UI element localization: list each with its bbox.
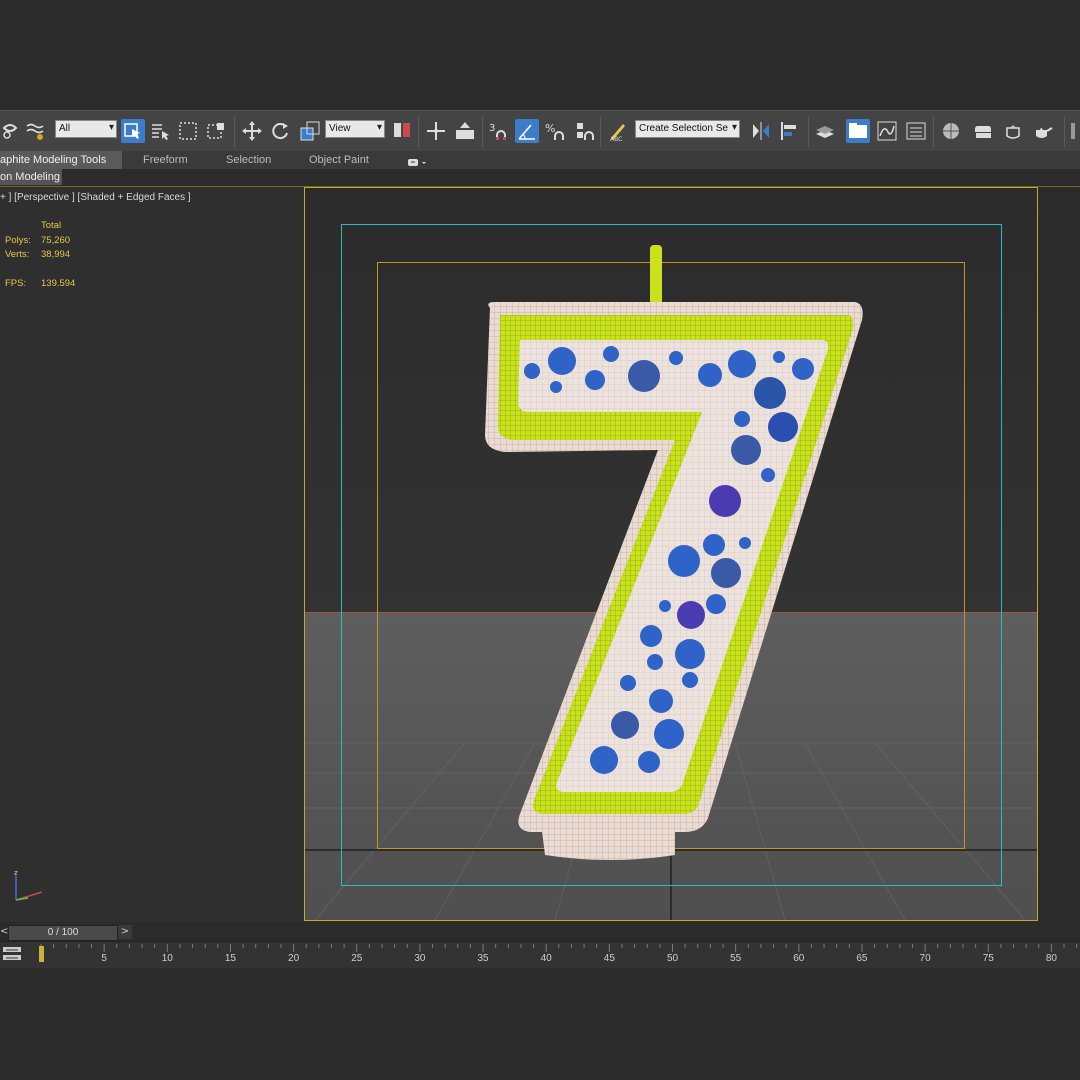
render-production-icon[interactable] [1031, 119, 1055, 143]
trackbar-tick-label: 20 [288, 953, 300, 964]
angle-snap-icon[interactable] [515, 119, 539, 143]
layer-manager-icon[interactable] [813, 119, 837, 143]
axis-tripod: z [8, 866, 48, 906]
svg-text:3: 3 [489, 123, 495, 134]
stats-verts-value: 38,994 [41, 249, 71, 260]
trackbar-tick-label: 30 [414, 953, 426, 964]
tab-freeform[interactable]: Freeform [143, 151, 188, 169]
tab-selection[interactable]: Selection [226, 151, 271, 169]
trackbar-tick-label: 25 [351, 953, 363, 964]
candle-seven-model[interactable] [470, 240, 870, 870]
selection-filter-dropdown[interactable]: All ▾ [55, 120, 117, 138]
stats-fps-value: 139.594 [41, 278, 76, 289]
stats-fps-label: FPS: [5, 278, 27, 289]
trackbar-tick-label: 60 [793, 953, 805, 964]
trackbar-tick-label: 40 [540, 953, 552, 964]
select-manipulate-icon[interactable] [424, 119, 448, 143]
lasso-link-icon[interactable] [0, 119, 24, 143]
window-crossing-icon[interactable] [204, 119, 228, 143]
material-editor-icon[interactable] [939, 119, 963, 143]
tab-polygon-modeling[interactable]: on Modeling [0, 169, 62, 185]
trackbar-tick-label: 35 [477, 953, 489, 964]
timeline-next-button[interactable]: > [118, 925, 132, 939]
percent-snap-icon[interactable]: % [543, 119, 567, 143]
current-frame-marker[interactable] [39, 946, 44, 962]
svg-text:z: z [14, 869, 18, 877]
timeline-prev-button[interactable]: < [0, 925, 8, 939]
curve-editor-icon[interactable] [875, 119, 899, 143]
render-setup-icon[interactable] [972, 119, 996, 143]
trackbar-tick-label: 45 [603, 953, 615, 964]
main-toolbar: All ▾ View ▾ 3 % ABC Create Selection Se… [0, 110, 1080, 152]
select-by-name-icon[interactable] [148, 119, 172, 143]
keyboard-shortcut-icon[interactable] [453, 119, 477, 143]
trackbar-tick-label: 5 [101, 953, 107, 964]
stats-polys-label: Polys: [5, 235, 31, 246]
mirror-icon[interactable] [749, 119, 773, 143]
trackbar-tick-label: 55 [730, 953, 742, 964]
scale-icon[interactable] [298, 119, 322, 143]
trackbar-tick-label: 75 [982, 953, 994, 964]
time-slider[interactable]: 0 / 100 [8, 925, 118, 941]
named-selection-dropdown[interactable]: Create Selection Se ▾ [635, 120, 740, 138]
trackbar-tick-label: 80 [1045, 953, 1057, 964]
scene-explorer-icon[interactable] [846, 119, 870, 143]
reference-coordinate-dropdown[interactable]: View ▾ [325, 120, 385, 138]
align-icon[interactable] [778, 119, 802, 143]
tab-graphite-modeling-tools[interactable]: aphite Modeling Tools [0, 151, 122, 169]
viewport-right-area [1039, 187, 1080, 922]
rotate-icon[interactable] [268, 119, 292, 143]
ribbon-tabs: aphite Modeling Tools Freeform Selection… [0, 151, 1080, 169]
svg-text:%: % [545, 122, 555, 135]
viewport-label[interactable]: + ] [Perspective ] [Shaded + Edged Faces… [0, 192, 191, 203]
pivot-center-icon[interactable] [390, 119, 414, 143]
trackbar-tick-label: 15 [224, 953, 236, 964]
bind-spacewarp-icon[interactable] [24, 119, 48, 143]
edit-named-selection-icon[interactable]: ABC [606, 119, 630, 143]
spinner-snap-icon[interactable] [572, 119, 596, 143]
svg-text:ABC: ABC [610, 136, 622, 142]
trackbar-tick-label: 65 [856, 953, 868, 964]
trackbar-tick-label: 10 [161, 953, 173, 964]
stats-total-label: Total [41, 220, 62, 231]
trackbar-tick-label: 50 [666, 953, 679, 964]
viewport-left-area[interactable] [0, 187, 304, 922]
tab-object-paint[interactable]: Object Paint [309, 151, 369, 169]
mini-curve-editor-icon[interactable] [2, 946, 22, 962]
move-icon[interactable] [240, 119, 264, 143]
rendered-frame-window-icon[interactable] [1001, 119, 1025, 143]
snaps-toggle-icon[interactable]: 3 [486, 119, 510, 143]
stats-verts-label: Verts: [5, 249, 30, 260]
select-object-icon[interactable] [121, 119, 145, 143]
toolbar-overflow-icon[interactable] [1068, 119, 1080, 143]
ribbon-options-icon[interactable] [407, 154, 427, 166]
schematic-view-icon[interactable] [904, 119, 928, 143]
rectangular-selection-icon[interactable] [176, 119, 200, 143]
stats-polys-value: 75,260 [41, 235, 71, 246]
trackbar-tick-label: 70 [919, 953, 931, 964]
